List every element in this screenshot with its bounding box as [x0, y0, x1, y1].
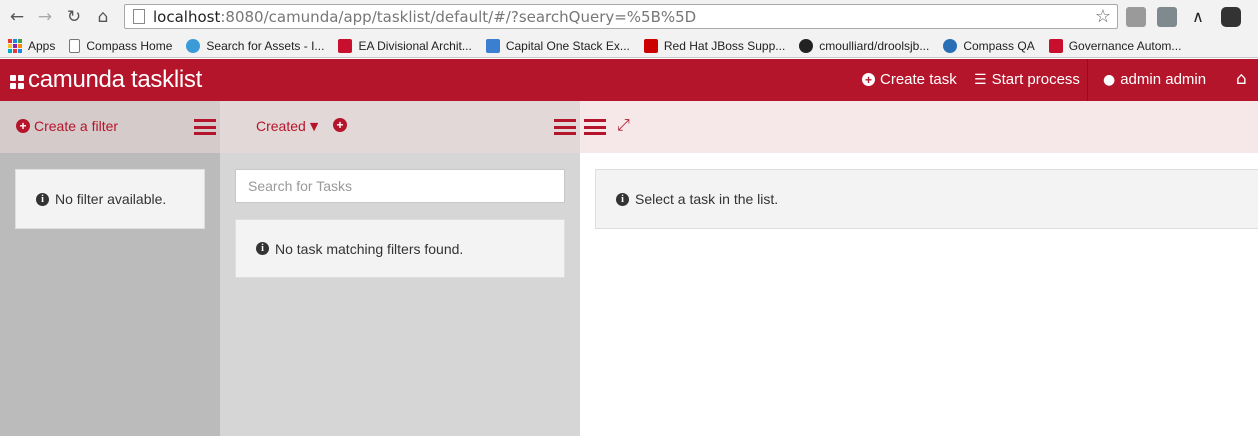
bookmark-item[interactable]: Capital One Stack Ex...	[485, 38, 630, 53]
globe-icon	[186, 38, 201, 53]
reload-icon[interactable]: ↻	[63, 6, 85, 28]
url-host: localhost	[153, 7, 221, 26]
brand-text: camunda tasklist	[28, 66, 202, 93]
plus-circle-icon: +	[862, 73, 875, 87]
info-icon: i	[616, 192, 629, 206]
user-name: admin admin	[1120, 71, 1207, 88]
add-sorting-button[interactable]: +	[333, 118, 351, 132]
tasklist-empty-text: No task matching filters found.	[275, 240, 464, 257]
taskview-menu-icon[interactable]	[584, 119, 606, 135]
taskview-column: ⤢ i Select a task in the list.	[580, 101, 1258, 436]
bookmark-item[interactable]: Red Hat JBoss Supp...	[643, 38, 786, 53]
page-icon	[69, 38, 81, 53]
extension-icon[interactable]: ∧	[1188, 7, 1208, 27]
tasklist-column: Created ▼ + i No task matching filters f…	[220, 101, 580, 436]
forward-arrow-icon[interactable]: →	[34, 6, 56, 28]
extension-icon[interactable]	[1157, 7, 1177, 27]
bookmark-label: Search for Assets - I...	[206, 38, 325, 53]
start-process-button[interactable]: ☰ Start process	[974, 71, 1080, 88]
user-menu[interactable]: ● admin admin	[1103, 71, 1206, 88]
bookmark-item[interactable]: Apps	[8, 38, 56, 53]
bookmark-label: Red Hat JBoss Supp...	[663, 38, 786, 53]
plus-circle-icon: +	[333, 118, 347, 132]
filters-empty-message: i No filter available.	[15, 169, 205, 229]
extension-icon[interactable]	[1126, 7, 1146, 27]
redhat-icon	[643, 38, 658, 53]
filters-column: + Create a filter i No filter available.	[0, 101, 220, 436]
bookmark-label: Capital One Stack Ex...	[505, 38, 630, 53]
bookmark-item[interactable]: Governance Autom...	[1048, 38, 1182, 53]
chevron-down-icon: ▼	[309, 119, 319, 133]
bookmarks-bar: Apps Compass Home Search for Assets - I...…	[0, 34, 1258, 58]
bookmark-label: EA Divisional Archit...	[358, 38, 472, 53]
bookmark-label: Apps	[28, 38, 56, 53]
capital-one-icon	[1048, 38, 1063, 53]
taskview-empty-message: i Select a task in the list.	[595, 169, 1258, 229]
stack-exchange-icon	[485, 38, 500, 53]
compass-icon	[943, 38, 958, 53]
page-icon	[133, 9, 145, 24]
home-icon[interactable]: ⌂	[92, 6, 114, 28]
camunda-logo-icon	[10, 75, 24, 89]
filters-menu-icon[interactable]	[194, 119, 216, 135]
create-filter-button[interactable]: + Create a filter	[16, 118, 118, 134]
home-icon[interactable]: ⌂	[1236, 69, 1247, 89]
bookmark-label: Compass QA	[963, 38, 1035, 53]
bookmark-star-icon[interactable]: ☆	[1095, 6, 1111, 27]
filters-toolbar: + Create a filter	[0, 101, 220, 153]
bookmark-label: Compass Home	[86, 38, 173, 53]
bookmark-item[interactable]: Search for Assets - I...	[186, 38, 325, 53]
user-icon: ●	[1103, 71, 1116, 88]
sort-label: Created	[256, 118, 306, 134]
create-task-label: Create task	[880, 71, 957, 88]
brand[interactable]: camunda tasklist	[10, 66, 202, 94]
tasklist-menu-icon[interactable]	[554, 119, 576, 135]
create-filter-label: Create a filter	[34, 118, 119, 134]
header-divider	[1087, 59, 1088, 101]
list-icon: ☰	[974, 71, 987, 88]
plus-circle-icon: +	[16, 119, 30, 133]
tasklist-toolbar: Created ▼ +	[220, 101, 580, 153]
bookmark-item[interactable]: EA Divisional Archit...	[338, 38, 472, 53]
app-header: camunda tasklist + Create task ☰ Start p…	[0, 59, 1258, 101]
capital-one-icon	[338, 38, 353, 53]
bookmark-item[interactable]: Compass Home	[69, 38, 173, 53]
address-bar[interactable]: localhost:8080/camunda/app/tasklist/defa…	[124, 4, 1118, 29]
start-process-label: Start process	[991, 71, 1080, 88]
bookmark-label: cmoulliard/droolsjb...	[819, 38, 930, 53]
taskview-empty-text: Select a task in the list.	[635, 191, 779, 207]
search-input[interactable]	[235, 169, 565, 203]
apps-grid-icon	[8, 38, 22, 53]
extension-icon[interactable]	[1221, 7, 1241, 27]
github-icon	[799, 38, 814, 53]
create-task-button[interactable]: + Create task	[862, 71, 957, 88]
url-path: :8080/camunda/app/tasklist/default/#/?se…	[220, 7, 697, 26]
info-icon: i	[36, 192, 49, 206]
tasklist-empty-message: i No task matching filters found.	[235, 219, 565, 278]
taskview-toolbar: ⤢	[580, 101, 1258, 153]
sort-dropdown[interactable]: Created ▼	[256, 118, 318, 134]
bookmark-item[interactable]: Compass QA	[943, 38, 1035, 53]
url-text: localhost:8080/camunda/app/tasklist/defa…	[153, 8, 696, 26]
back-arrow-icon[interactable]: ←	[6, 6, 28, 28]
browser-toolbar: ← → ↻ ⌂ localhost:8080/camunda/app/taskl…	[0, 0, 1258, 34]
info-icon: i	[256, 242, 269, 255]
bookmark-item[interactable]: cmoulliard/droolsjb...	[799, 38, 930, 53]
filters-empty-text: No filter available.	[55, 191, 167, 207]
bookmark-label: Governance Autom...	[1068, 38, 1182, 53]
expand-icon[interactable]: ⤢	[617, 115, 630, 135]
